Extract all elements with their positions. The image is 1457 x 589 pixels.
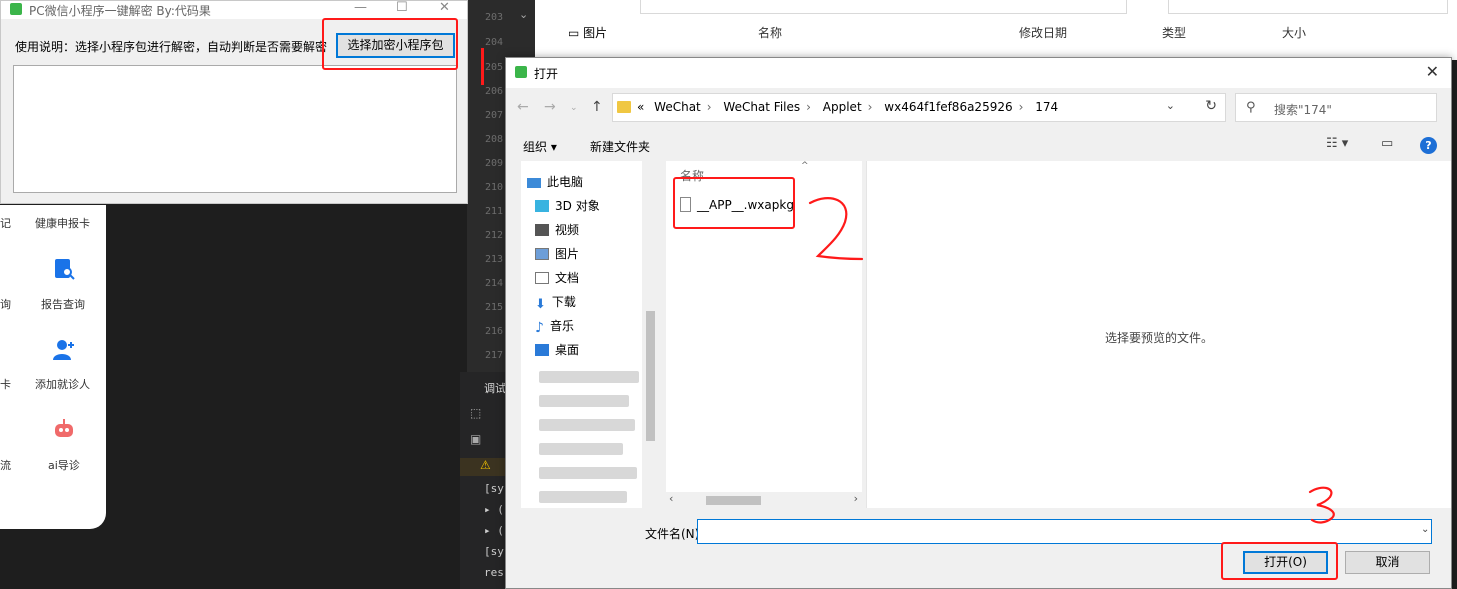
annotation-step-3 <box>1308 486 1335 524</box>
annotation-overlay <box>808 197 1335 524</box>
annotation-step-2 <box>808 197 864 261</box>
screen: ▭ 图片 名称 修改日期 类型 大小 203 204 205 206 207 2… <box>0 0 1457 589</box>
